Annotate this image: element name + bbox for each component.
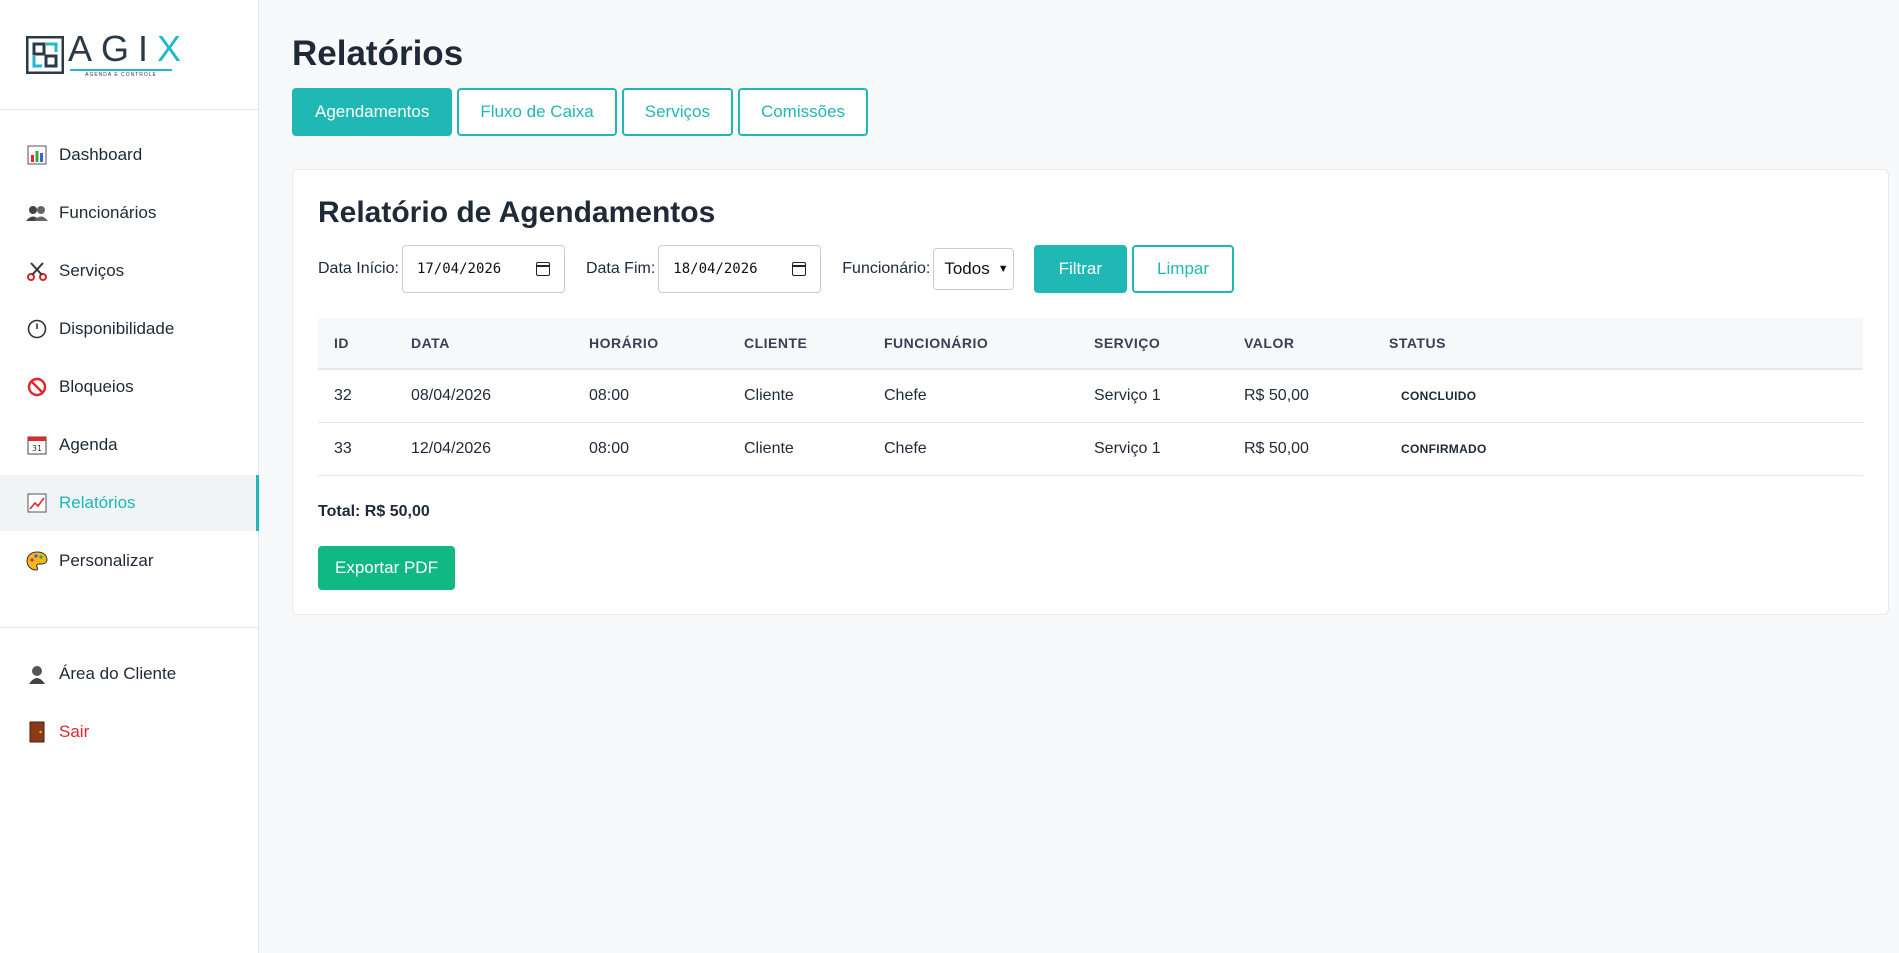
column-header: DATA: [395, 318, 573, 370]
status-badge: CONFIRMADO: [1401, 441, 1487, 456]
user-icon: [25, 662, 49, 686]
sidebar-item-relatorios[interactable]: Relatórios: [0, 475, 259, 531]
sidebar-item-personalizar[interactable]: Personalizar: [0, 533, 258, 589]
people-icon: [25, 201, 49, 225]
column-header: HORÁRIO: [573, 318, 728, 370]
sidebar-item-label: Agenda: [59, 435, 118, 454]
clear-button[interactable]: Limpar: [1132, 245, 1235, 293]
brand-tagline: AGENDA E CONTROLE: [70, 69, 172, 78]
sidebar-item-label: Disponibilidade: [59, 319, 175, 338]
logout-button[interactable]: Sair: [0, 704, 258, 760]
end-date-input[interactable]: 18/04/2026: [658, 245, 822, 293]
sidebar-item-label: Área do Cliente: [59, 664, 177, 683]
cell-client: Cliente: [728, 422, 868, 476]
cell-date: 12/04/2026: [395, 422, 573, 476]
cell-employee: Chefe: [868, 369, 1078, 423]
start-date-value: 17/04/2026: [416, 261, 502, 277]
door-icon: [25, 720, 49, 744]
cell-date: 08/04/2026: [395, 369, 573, 423]
status-badge: CONCLUIDO: [1401, 388, 1477, 403]
clock-icon: [25, 317, 49, 341]
sidebar-footer: Área do Cliente Sair: [0, 627, 258, 760]
sidebar-item-label: Dashboard: [59, 145, 143, 164]
column-header: SERVIÇO: [1078, 318, 1228, 370]
table-row: 33 12/04/2026 08:00 Cliente Chefe Serviç…: [318, 422, 1863, 476]
sidebar-item-label: Bloqueios: [59, 377, 134, 396]
employee-select[interactable]: Todos ▼: [933, 248, 1014, 290]
cell-value: R$ 50,00: [1228, 422, 1373, 476]
calendar-picker-icon[interactable]: [792, 262, 807, 276]
sidebar-item-label: Relatórios: [59, 493, 136, 512]
cell-value: R$ 50,00: [1228, 369, 1373, 423]
cell-id: 33: [318, 422, 395, 476]
start-date-input[interactable]: 17/04/2026: [401, 245, 565, 293]
tab-fluxo-de-caixa[interactable]: Fluxo de Caixa: [457, 88, 617, 136]
sidebar-item-label: Sair: [59, 722, 90, 741]
start-date-label: Data Início:: [318, 260, 399, 277]
calendar-icon: 31: [25, 433, 49, 457]
cell-client: Cliente: [728, 369, 868, 423]
end-date-label: Data Fim:: [585, 260, 656, 277]
tab-comissoes[interactable]: Comissões: [737, 88, 869, 136]
sidebar-item-bloqueios[interactable]: Bloqueios: [0, 359, 258, 415]
filter-bar: Data Início: 17/04/2026 Data Fim: 18/04/…: [318, 245, 1863, 293]
tab-servicos[interactable]: Serviços: [621, 88, 733, 136]
table-row: 32 08/04/2026 08:00 Cliente Chefe Serviç…: [318, 369, 1863, 423]
sidebar-item-disponibilidade[interactable]: Disponibilidade: [0, 301, 258, 357]
report-tabs: Agendamentos Fluxo de Caixa Serviços Com…: [292, 88, 1887, 136]
table-header-row: ID DATA HORÁRIO CLIENTE FUNCIONÁRIO SERV…: [318, 318, 1863, 370]
sidebar: AGIX AGENDA E CONTROLE Dashboard Funcion…: [0, 0, 259, 953]
filter-button[interactable]: Filtrar: [1033, 245, 1128, 293]
logo-mark-icon: [26, 35, 64, 74]
palette-icon: [25, 549, 49, 573]
sidebar-item-dashboard[interactable]: Dashboard: [0, 127, 258, 183]
prohibited-icon: [25, 375, 49, 399]
cell-employee: Chefe: [868, 422, 1078, 476]
report-card: Relatório de Agendamentos Data Início: 1…: [292, 169, 1889, 615]
trend-chart-icon: [25, 491, 49, 515]
page-title: Relatórios: [292, 34, 464, 73]
report-total: Total: R$ 50,00: [318, 502, 430, 520]
report-title: Relatório de Agendamentos: [318, 196, 716, 229]
cell-service: Serviço 1: [1078, 369, 1228, 423]
brand-logo[interactable]: AGIX AGENDA E CONTROLE: [0, 0, 258, 110]
svg-text:31: 31: [32, 444, 42, 453]
bar-chart-icon: [25, 143, 49, 167]
end-date-value: 18/04/2026: [673, 261, 758, 277]
brand-name: AGIX: [68, 28, 191, 69]
cell-id: 32: [318, 369, 395, 423]
export-pdf-button[interactable]: Exportar PDF: [318, 545, 455, 590]
sidebar-item-label: Funcionários: [59, 203, 157, 222]
appointments-table: ID DATA HORÁRIO CLIENTE FUNCIONÁRIO SERV…: [318, 318, 1863, 476]
chevron-down-icon: ▼: [997, 263, 1009, 275]
tab-agendamentos[interactable]: Agendamentos: [292, 88, 453, 136]
sidebar-item-servicos[interactable]: Serviços: [0, 243, 258, 299]
column-header: ID: [318, 318, 395, 370]
column-header: STATUS: [1373, 318, 1863, 370]
employee-select-value: Todos: [944, 259, 990, 278]
column-header: VALOR: [1228, 318, 1373, 370]
cell-time: 08:00: [573, 422, 728, 476]
calendar-picker-icon[interactable]: [535, 262, 550, 276]
employee-label: Funcionário:: [842, 260, 931, 277]
sidebar-item-label: Serviços: [59, 261, 125, 280]
column-header: FUNCIONÁRIO: [868, 318, 1078, 370]
sidebar-item-agenda[interactable]: 31 Agenda: [0, 417, 258, 473]
cell-time: 08:00: [573, 369, 728, 423]
main-content: Relatórios Agendamentos Fluxo de Caixa S…: [292, 0, 1889, 615]
column-header: CLIENTE: [728, 318, 868, 370]
scissors-icon: [25, 259, 49, 283]
cell-service: Serviço 1: [1078, 422, 1228, 476]
sidebar-nav: Dashboard Funcionários Serviços Disponib…: [0, 110, 259, 760]
sidebar-item-area-cliente[interactable]: Área do Cliente: [0, 646, 258, 702]
sidebar-item-label: Personalizar: [59, 551, 154, 570]
sidebar-item-funcionarios[interactable]: Funcionários: [0, 185, 258, 241]
